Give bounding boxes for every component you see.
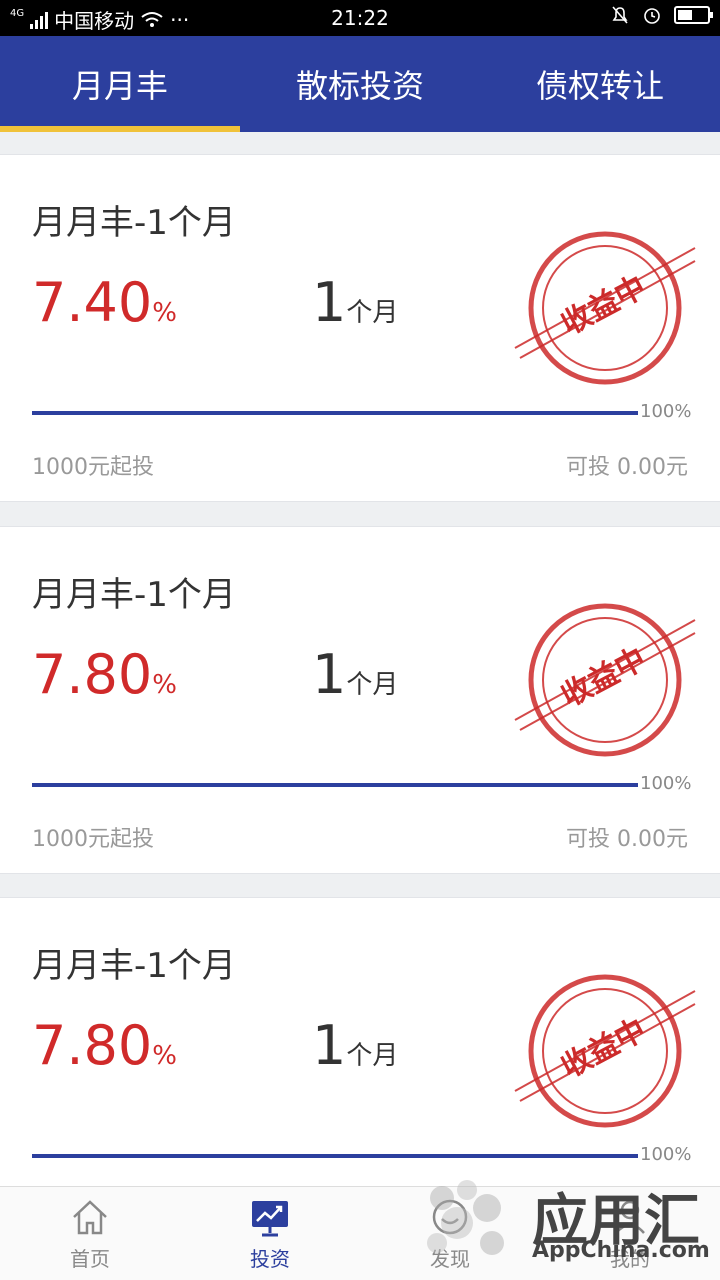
interest-rate: 7.40% [32, 273, 177, 343]
product-title: 月月丰-1个月 [32, 946, 236, 986]
product-title: 月月丰-1个月 [32, 203, 236, 243]
tab-loan-invest[interactable]: 散标投资 [240, 36, 480, 132]
nav-discover[interactable]: 发现 [360, 1187, 540, 1280]
earning-stamp: 收益中 [514, 231, 696, 385]
rate-unit: % [152, 298, 177, 328]
stamp-text: 收益中 [556, 1012, 652, 1085]
rate-unit: % [152, 1041, 177, 1071]
status-bar: 4G 中国移动 ··· 21:22 [0, 0, 720, 36]
discover-icon [432, 1199, 468, 1235]
term-value: 1 [312, 271, 347, 334]
nav-profile-label: 我的 [610, 1247, 650, 1271]
available-amount: 可投 0.00元 [566, 455, 688, 480]
term-unit: 个月 [346, 1041, 399, 1071]
progress-label: 100% [640, 773, 692, 794]
tab-monthly[interactable]: 月月丰 [0, 36, 240, 132]
term-unit: 个月 [346, 670, 399, 700]
investment-term: 1个月 [312, 645, 398, 715]
progress-bar [32, 783, 638, 787]
status-right [610, 5, 713, 25]
profile-icon [615, 1200, 645, 1234]
stamp-text: 收益中 [556, 269, 652, 342]
bottom-nav: 首页 投资 发现 我的 [0, 1186, 720, 1280]
nav-invest-label: 投资 [250, 1247, 290, 1271]
investment-term: 1个月 [312, 1016, 398, 1086]
term-unit: 个月 [346, 298, 399, 328]
nav-invest[interactable]: 投资 [180, 1187, 360, 1280]
interest-rate: 7.80% [32, 1016, 177, 1086]
nav-home-label: 首页 [70, 1247, 110, 1271]
progress-label: 100% [640, 401, 692, 422]
investment-term: 1个月 [312, 273, 398, 343]
rate-value: 7.80 [32, 643, 153, 706]
nav-home[interactable]: 首页 [0, 1187, 180, 1280]
earning-stamp: 收益中 [514, 603, 696, 757]
rate-value: 7.80 [32, 1014, 153, 1077]
progress-label: 100% [640, 1144, 692, 1165]
home-icon [73, 1200, 107, 1235]
stamp-text: 收益中 [556, 641, 652, 714]
progress-bar [32, 411, 638, 415]
term-value: 1 [312, 643, 347, 706]
mute-bell-icon [612, 6, 628, 24]
product-card[interactable]: 月月丰-1个月 7.40% 1个月 收益中 100% 1000元起投 可投 0.… [0, 154, 720, 502]
interest-rate: 7.80% [32, 645, 177, 715]
available-amount: 可投 0.00元 [566, 827, 688, 852]
product-title: 月月丰-1个月 [32, 575, 236, 615]
invest-chart-icon [252, 1201, 288, 1237]
battery-icon [674, 6, 713, 24]
progress-bar [32, 1154, 638, 1158]
rate-unit: % [152, 670, 177, 700]
min-investment: 1000元起投 [32, 455, 154, 480]
product-tabs: 月月丰 散标投资 债权转让 [0, 36, 720, 132]
rate-value: 7.40 [32, 271, 153, 334]
alarm-icon [644, 8, 660, 24]
tab-debt-transfer[interactable]: 债权转让 [480, 36, 720, 132]
nav-profile[interactable]: 我的 [540, 1187, 720, 1280]
product-card[interactable]: 月月丰-1个月 7.80% 1个月 收益中 100% [0, 897, 720, 1197]
term-value: 1 [312, 1014, 347, 1077]
earning-stamp: 收益中 [514, 974, 696, 1128]
product-card[interactable]: 月月丰-1个月 7.80% 1个月 收益中 100% 1000元起投 可投 0.… [0, 526, 720, 874]
min-investment: 1000元起投 [32, 827, 154, 852]
nav-discover-label: 发现 [430, 1247, 470, 1271]
